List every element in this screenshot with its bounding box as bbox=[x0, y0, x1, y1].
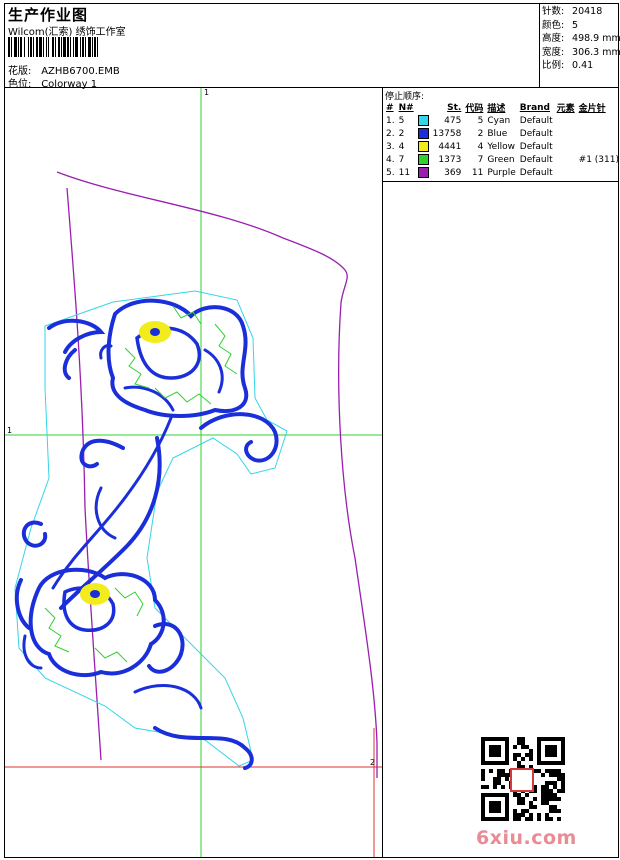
color-swatch bbox=[417, 115, 429, 126]
row-swatch bbox=[416, 153, 431, 166]
seal-stamp-icon bbox=[510, 768, 534, 792]
cyan-outline bbox=[14, 290, 288, 767]
panel-divider bbox=[382, 87, 383, 858]
row-needle: 2 bbox=[398, 128, 405, 139]
row-stitches: 369 bbox=[444, 167, 462, 178]
row-code: 11 bbox=[471, 167, 484, 178]
company-name: Wilcom(汇索) 绣饰工作室 bbox=[8, 27, 126, 38]
lower-flower-yellow-center bbox=[80, 583, 110, 605]
color-swatch bbox=[417, 128, 429, 139]
row-brand: Default bbox=[519, 115, 553, 126]
row-brand: Default bbox=[519, 167, 553, 178]
site-watermark: 6xiu.com bbox=[476, 827, 577, 849]
stat-label: 颜色: bbox=[542, 19, 565, 31]
table-bottom-rule bbox=[382, 181, 619, 182]
row-brand: Default bbox=[519, 128, 553, 139]
row-element bbox=[555, 127, 577, 140]
table-row: 4. 7 1373 7 Green Default #1 (311) bbox=[384, 153, 620, 166]
color-swatch bbox=[417, 154, 429, 165]
embroidery-preview bbox=[5, 88, 382, 857]
row-needle: 7 bbox=[398, 154, 405, 165]
stat-row: 高度: 498.9 mm bbox=[542, 32, 620, 46]
row-code: 5 bbox=[477, 115, 484, 126]
row-stitches: 475 bbox=[444, 115, 462, 126]
row-needle: 4 bbox=[398, 141, 405, 152]
axis-label-right: 2 bbox=[370, 758, 376, 767]
col-index: # bbox=[386, 102, 394, 113]
row-needle: 5 bbox=[398, 115, 405, 126]
color-swatch bbox=[417, 141, 429, 152]
page-title: 生产作业图 bbox=[8, 6, 89, 24]
stat-row: 针数: 20418 bbox=[542, 5, 620, 19]
stat-row: 比例: 0.41 bbox=[542, 59, 620, 73]
row-desc: Green bbox=[487, 154, 515, 165]
stem-scrolls bbox=[21, 412, 279, 770]
row-desc: Yellow bbox=[487, 141, 516, 152]
row-desc: Purple bbox=[487, 167, 516, 178]
row-desc: Blue bbox=[487, 128, 508, 139]
row-sequin bbox=[577, 166, 620, 179]
row-swatch bbox=[416, 166, 431, 179]
row-stitches: 1373 bbox=[438, 154, 462, 165]
table-row: 5. 11 369 11 Purple Default bbox=[384, 166, 620, 179]
row-element bbox=[555, 153, 577, 166]
row-element bbox=[555, 140, 577, 153]
stop-sequence-table: # N# St. 代码 描述 Brand 元素 金片针 1. 5 475 5 Cyan D… bbox=[384, 101, 620, 179]
stat-value: 306.3 mm bbox=[572, 46, 620, 58]
row-swatch bbox=[416, 140, 431, 153]
row-element bbox=[555, 114, 577, 127]
row-brand: Default bbox=[519, 141, 553, 152]
stats-panel: 针数: 20418 颜色: 5 高度: 498.9 mm 宽度: 306.3 m… bbox=[542, 5, 620, 73]
upper-flower-yellow-center bbox=[139, 321, 171, 343]
row-needle: 11 bbox=[398, 167, 411, 178]
stat-value: 0.41 bbox=[572, 60, 594, 71]
color-swatch bbox=[417, 167, 429, 178]
col-code: 代码 bbox=[465, 104, 484, 114]
row-sequin bbox=[577, 127, 620, 140]
col-needle: N# bbox=[398, 102, 414, 113]
row-index: 5. bbox=[386, 167, 395, 178]
table-row: 2. 2 13758 2 Blue Default bbox=[384, 127, 620, 140]
upper-flower bbox=[47, 298, 249, 418]
row-sequin: #1 (311) bbox=[578, 154, 620, 165]
garment-outline-right bbox=[56, 171, 378, 778]
barcode-icon bbox=[8, 37, 150, 57]
stat-label: 针数: bbox=[542, 6, 565, 17]
col-desc: 描述 bbox=[487, 104, 506, 114]
row-code: 4 bbox=[477, 141, 484, 152]
row-sequin bbox=[577, 140, 620, 153]
info-divider bbox=[539, 3, 540, 88]
stat-label: 比例: bbox=[542, 60, 565, 71]
row-stitches: 4441 bbox=[438, 141, 462, 152]
row-sequin bbox=[577, 114, 620, 127]
row-stitches: 13758 bbox=[432, 128, 462, 139]
row-index: 2. bbox=[386, 128, 395, 139]
row-swatch bbox=[416, 114, 431, 127]
stat-value: 498.9 mm bbox=[572, 33, 620, 44]
table-row: 3. 4 4441 4 Yellow Default bbox=[384, 140, 620, 153]
stat-label: 宽度: bbox=[542, 46, 565, 58]
row-index: 1. bbox=[386, 115, 395, 126]
stat-row: 宽度: 306.3 mm bbox=[542, 46, 620, 60]
row-element bbox=[555, 166, 577, 179]
axis-label-top: 1 bbox=[204, 88, 210, 97]
axis-label-left: 1 bbox=[7, 426, 13, 435]
row-code: 7 bbox=[477, 154, 484, 165]
stat-label: 高度: bbox=[542, 33, 565, 44]
col-sequin: 金片针 bbox=[578, 104, 606, 114]
row-index: 4. bbox=[386, 154, 395, 165]
row-code: 2 bbox=[477, 128, 484, 139]
row-desc: Cyan bbox=[487, 115, 511, 126]
table-row: 1. 5 475 5 Cyan Default bbox=[384, 114, 620, 127]
col-element: 元素 bbox=[556, 104, 575, 114]
col-brand: Brand bbox=[519, 102, 550, 113]
table-header-row: # N# St. 代码 描述 Brand 元素 金片针 bbox=[384, 101, 620, 115]
stat-value: 5 bbox=[572, 19, 579, 31]
col-stitches: St. bbox=[447, 102, 462, 113]
row-swatch bbox=[416, 127, 431, 140]
stat-value: 20418 bbox=[572, 6, 603, 17]
row-brand: Default bbox=[519, 154, 553, 165]
stat-row: 颜色: 5 bbox=[542, 19, 620, 33]
row-index: 3. bbox=[386, 141, 395, 152]
